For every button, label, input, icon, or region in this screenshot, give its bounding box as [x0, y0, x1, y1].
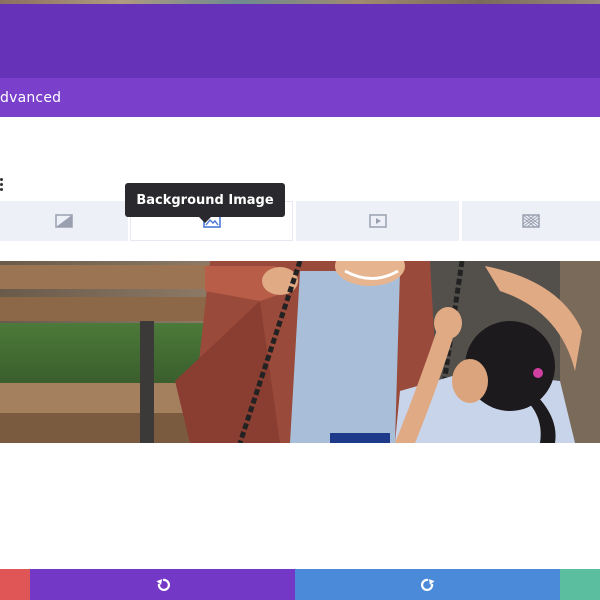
save-button[interactable]	[560, 569, 600, 600]
modal-footer	[0, 569, 600, 600]
close-button[interactable]	[0, 569, 30, 600]
pattern-icon	[522, 214, 540, 228]
more-options-icon[interactable]	[0, 178, 6, 192]
video-icon	[368, 214, 387, 228]
tooltip-arrow	[198, 216, 212, 223]
background-image-preview[interactable]	[0, 261, 600, 443]
background-type-tabs	[0, 201, 600, 241]
settings-tabs-bar: dvanced	[0, 78, 600, 117]
undo-icon	[155, 578, 170, 591]
tab-background-pattern[interactable]	[462, 201, 600, 241]
redo-button[interactable]	[295, 569, 560, 600]
background-image-tooltip: Background Image	[125, 183, 285, 217]
gradient-icon	[55, 214, 73, 228]
tab-background-video[interactable]	[296, 201, 459, 241]
redo-icon	[420, 578, 435, 591]
tab-advanced[interactable]: dvanced	[0, 78, 61, 117]
photo-preview	[0, 261, 600, 443]
modal-header	[0, 4, 600, 78]
undo-button[interactable]	[30, 569, 295, 600]
tab-background-gradient[interactable]	[0, 201, 128, 241]
